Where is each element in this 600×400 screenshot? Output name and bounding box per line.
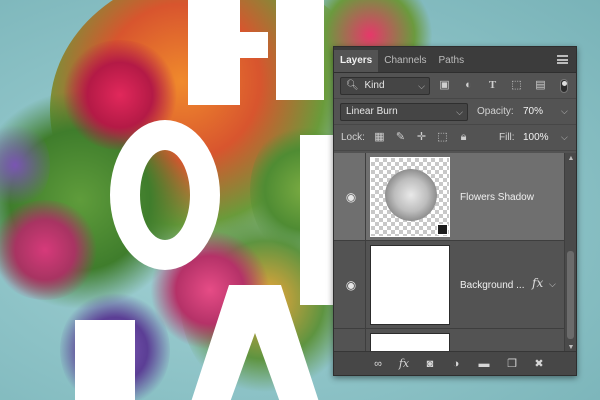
lock-row: Lock: ▦ ✎ ✛ ⬚ 🔒︎ Fill: 100% ⌵ — [334, 126, 576, 151]
scroll-up-icon[interactable]: ▲ — [565, 155, 577, 162]
lock-artboard-icon[interactable]: ⬚ — [436, 131, 449, 144]
filter-kind-value: Kind — [364, 80, 385, 91]
filter-kind-select[interactable]: 🔍︎ Kind ⌵ — [340, 77, 430, 95]
lock-label: Lock: — [341, 132, 365, 143]
letter-o — [110, 120, 220, 270]
layer-divider — [365, 329, 366, 353]
chevron-down-icon: ⌵ — [456, 107, 463, 117]
lock-paint-icon[interactable]: ✎ — [394, 131, 407, 144]
layer-row-partial[interactable] — [334, 329, 564, 353]
adjustment-layer-icon[interactable]: ◑ — [449, 357, 463, 371]
lock-all-icon[interactable]: 🔒︎ — [457, 131, 470, 144]
layer-thumbnail — [370, 245, 450, 325]
lock-transparent-icon[interactable]: ▦ — [373, 131, 386, 144]
shape-filter-icon[interactable]: ⬚ — [510, 79, 523, 92]
blend-mode-select[interactable]: Linear Burn ⌵ — [340, 103, 468, 121]
new-layer-icon[interactable]: ❐ — [505, 357, 519, 371]
scrollbar-thumb[interactable] — [567, 251, 574, 339]
tab-paths[interactable]: Paths — [433, 50, 471, 72]
visibility-eye-icon[interactable]: ◉ — [340, 190, 362, 204]
layer-fx-icon[interactable]: fx — [532, 276, 543, 290]
lock-move-icon[interactable]: ✛ — [415, 131, 428, 144]
type-filter-icon[interactable]: T — [486, 79, 499, 92]
link-layers-icon[interactable]: ∞ — [371, 357, 385, 371]
fx-icon[interactable]: fx — [397, 357, 411, 371]
layers-panel: Layers Channels Paths 🔍︎ Kind ⌵ ▣ ◐ T ⬚ … — [333, 46, 577, 376]
fill-label: Fill: — [499, 132, 515, 143]
opacity-value[interactable]: 70% — [523, 106, 543, 117]
layer-row-background[interactable]: ◉ Background ... fx ⌵ — [334, 241, 564, 329]
fill-dropdown-icon[interactable]: ⌵ — [561, 132, 568, 143]
letter-a2 — [75, 320, 135, 400]
image-filter-icon[interactable]: ▣ — [438, 79, 451, 92]
layer-divider — [365, 241, 366, 328]
chevron-down-icon: ⌵ — [418, 81, 425, 91]
smart-object-filter-icon[interactable]: ▤ — [534, 79, 547, 92]
letter-l-stem — [276, 0, 324, 100]
scroll-down-icon[interactable]: ▼ — [565, 344, 577, 351]
smart-object-badge-icon — [437, 224, 448, 235]
layer-name[interactable]: Flowers Shadow — [460, 192, 534, 203]
layer-thumbnail — [370, 333, 450, 353]
layers-list: ◉ Flowers Shadow ◉ Background ... fx ⌵ — [334, 153, 564, 353]
panel-tabs: Layers Channels Paths — [334, 47, 576, 73]
opacity-dropdown-icon[interactable]: ⌵ — [561, 106, 568, 117]
filter-row: 🔍︎ Kind ⌵ ▣ ◐ T ⬚ ▤ — [334, 74, 576, 99]
chevron-down-icon[interactable]: ⌵ — [549, 279, 556, 290]
tab-channels[interactable]: Channels — [378, 50, 432, 72]
layer-name[interactable]: Background ... — [460, 280, 524, 291]
layer-thumbnail — [370, 157, 450, 237]
layer-divider — [365, 153, 366, 240]
new-group-icon[interactable]: ▬ — [477, 357, 491, 371]
layer-row-flowers-shadow[interactable]: ◉ Flowers Shadow — [334, 153, 564, 241]
panel-menu-icon[interactable] — [557, 55, 568, 64]
tab-layers[interactable]: Layers — [334, 50, 379, 72]
fill-value[interactable]: 100% — [523, 132, 549, 143]
letter-f-arm — [188, 32, 268, 58]
opacity-label: Opacity: — [477, 106, 514, 117]
adjustment-filter-icon[interactable]: ◐ — [462, 79, 475, 92]
layers-scrollbar[interactable]: ▲ ▼ — [564, 153, 576, 353]
blend-mode-value: Linear Burn — [346, 106, 398, 117]
visibility-eye-icon[interactable]: ◉ — [340, 278, 362, 292]
shadow-preview — [385, 169, 437, 221]
panel-footer: ∞ fx ◙ ◑ ▬ ❐ ✖ — [334, 351, 576, 375]
search-icon: 🔍︎ — [346, 80, 359, 91]
filter-toggle-icon[interactable] — [560, 79, 568, 93]
blend-row: Linear Burn ⌵ Opacity: 70% ⌵ — [334, 100, 576, 125]
trash-icon[interactable]: ✖ — [532, 357, 546, 371]
add-mask-icon[interactable]: ◙ — [423, 357, 437, 371]
